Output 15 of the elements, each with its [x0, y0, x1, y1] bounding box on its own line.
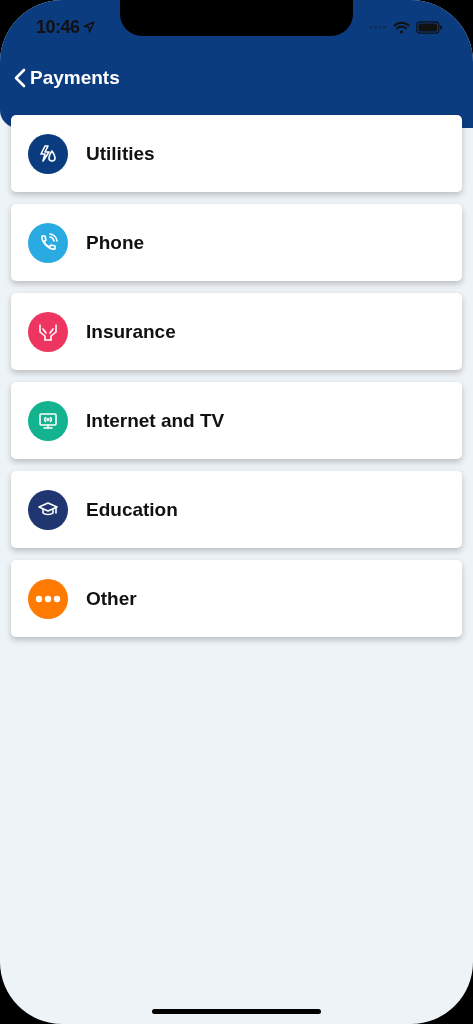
signal-icon — [369, 25, 387, 29]
back-button[interactable]: Payments — [14, 67, 120, 89]
battery-icon — [416, 20, 443, 34]
category-item[interactable]: Phone — [11, 204, 462, 281]
more-icon — [35, 594, 61, 603]
status-time: 10:46 — [36, 16, 80, 38]
wifi-icon — [393, 20, 410, 34]
category-item[interactable]: Utilities — [11, 115, 462, 192]
category-item[interactable]: Other — [11, 560, 462, 637]
chevron-left-icon — [14, 68, 26, 88]
location-arrow-icon — [82, 21, 95, 33]
category-item[interactable]: Education — [11, 471, 462, 548]
bolt-drop-icon — [37, 142, 59, 165]
category-item[interactable]: Internet and TV — [11, 382, 462, 459]
category-item[interactable]: Insurance — [11, 293, 462, 370]
